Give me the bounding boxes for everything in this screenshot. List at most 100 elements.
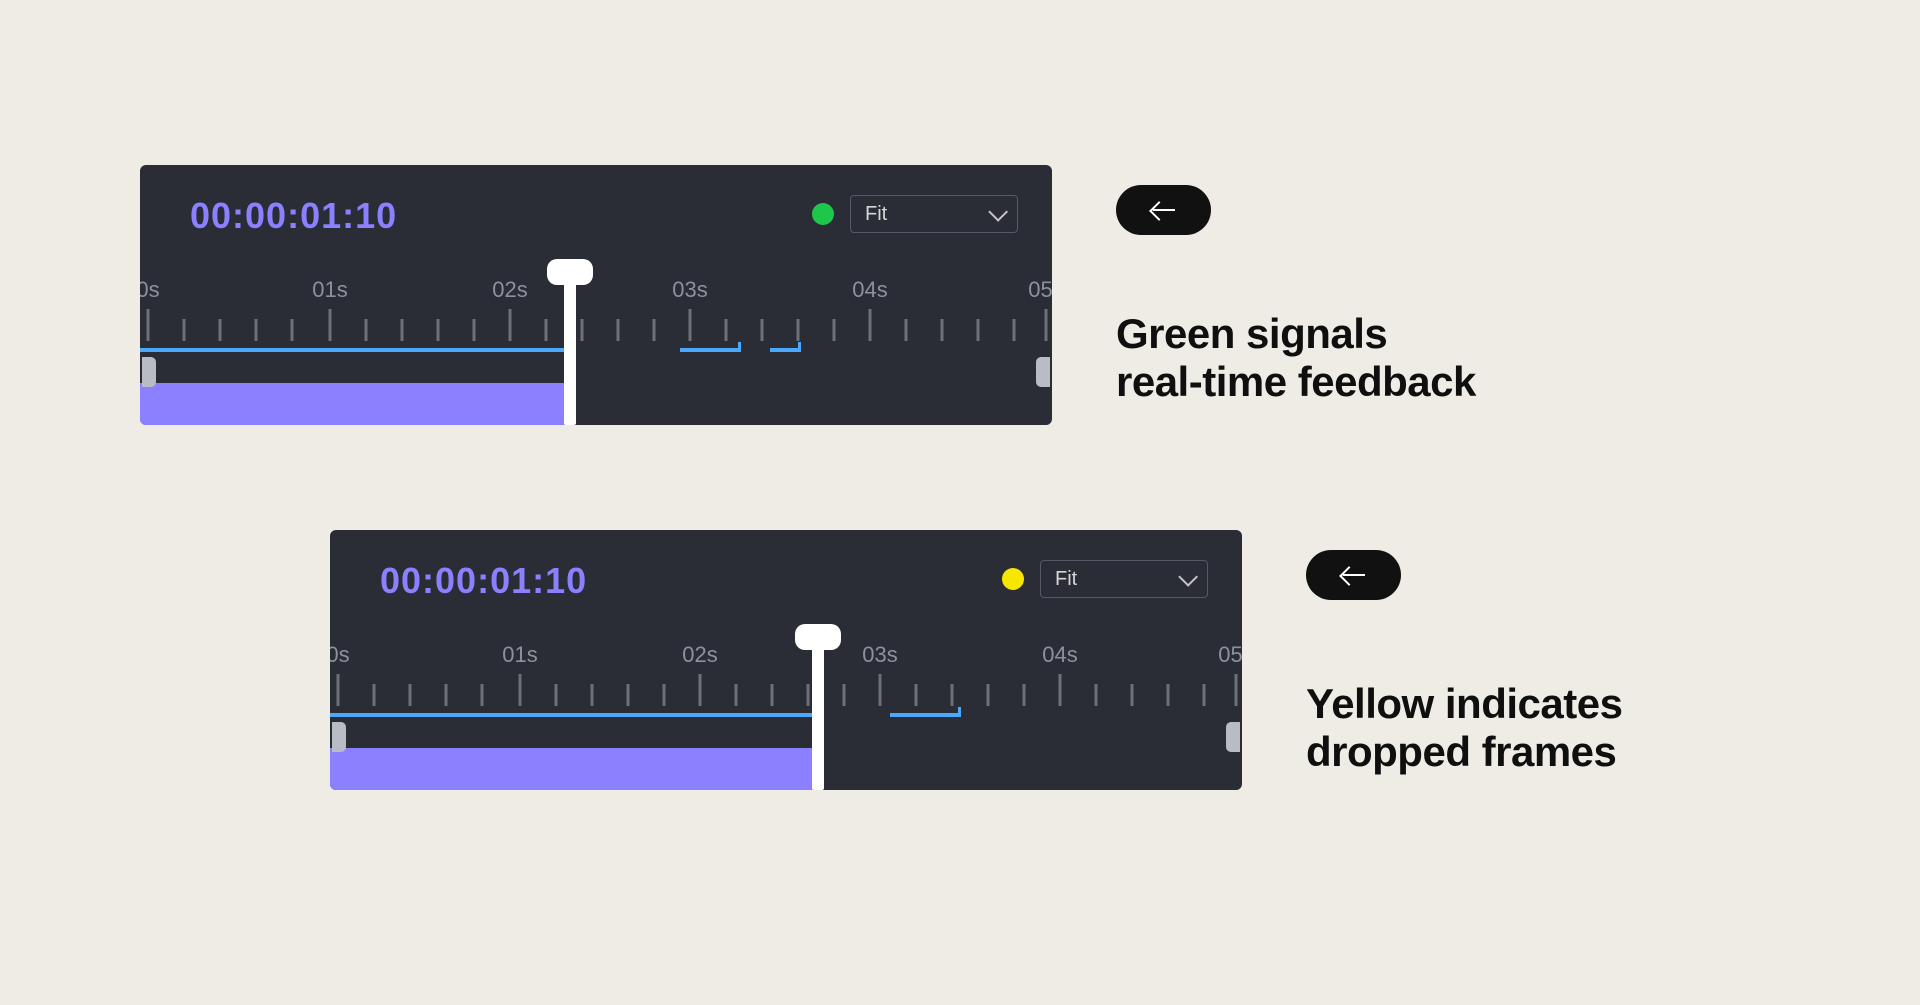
- ruler-tick-major: [869, 309, 872, 341]
- playback-status-indicator-green: [812, 203, 834, 225]
- work-area-handle-left[interactable]: [142, 357, 156, 387]
- ruler-tick-major: [337, 674, 340, 706]
- ruler-tick-minor: [219, 319, 222, 341]
- ruler-tick-minor: [255, 319, 258, 341]
- ruler-tick-major: [699, 674, 702, 706]
- ruler-tick-major: [1235, 674, 1238, 706]
- chevron-down-icon: [988, 202, 1008, 222]
- playhead[interactable]: [812, 630, 824, 790]
- ruler-tick-minor: [473, 319, 476, 341]
- ruler-tick-minor: [481, 684, 484, 706]
- zoom-level-select[interactable]: Fit: [1040, 560, 1208, 598]
- ruler-label: 02s: [682, 642, 717, 668]
- ruler-tick-minor: [725, 319, 728, 341]
- buffer-notch: [958, 707, 961, 717]
- ruler-tick-minor: [797, 319, 800, 341]
- timeline-panel-green: 00:00:01:10 Fit 0s 01s 02s 03s 04s 05s: [140, 165, 1052, 425]
- ruler-tick-minor: [915, 684, 918, 706]
- ruler-tick-minor: [291, 319, 294, 341]
- ruler-tick-minor: [735, 684, 738, 706]
- buffer-bar-solid: [140, 348, 570, 352]
- ruler-tick-minor: [617, 319, 620, 341]
- ruler-label: 04s: [852, 277, 887, 303]
- time-ruler[interactable]: 0s 01s 02s 03s 04s 05s: [140, 277, 1052, 347]
- buffer-notch: [738, 342, 741, 352]
- caption-green: Green signals real-time feedback: [1116, 310, 1476, 407]
- ruler-label: 05s: [1218, 642, 1242, 668]
- ruler-label: 04s: [1042, 642, 1077, 668]
- ruler-label: 03s: [862, 642, 897, 668]
- ruler-tick-minor: [437, 319, 440, 341]
- ruler-tick-minor: [1167, 684, 1170, 706]
- ruler-tick-minor: [591, 684, 594, 706]
- arrow-left-icon: [1153, 209, 1175, 211]
- ruler-label: 05s: [1028, 277, 1052, 303]
- ruler-tick-minor: [905, 319, 908, 341]
- timeline-panel-yellow: 00:00:01:10 Fit 0s 01s 02s 03s 04s 05s: [330, 530, 1242, 790]
- ruler-tick-major: [329, 309, 332, 341]
- timecode-display: 00:00:01:10: [190, 195, 397, 237]
- ruler-label: 01s: [312, 277, 347, 303]
- zoom-level-label: Fit: [865, 203, 887, 226]
- ruler-tick-minor: [1013, 319, 1016, 341]
- buffer-bar-segment: [890, 713, 960, 717]
- caption-yellow: Yellow indicates dropped frames: [1306, 680, 1622, 777]
- ruler-tick-major: [509, 309, 512, 341]
- ruler-tick-minor: [951, 684, 954, 706]
- ruler-label: 0s: [140, 277, 160, 303]
- ruler-tick-minor: [663, 684, 666, 706]
- ruler-tick-minor: [1203, 684, 1206, 706]
- timecode-display: 00:00:01:10: [380, 560, 587, 602]
- callout-arrow-pill: [1116, 185, 1211, 235]
- ruler-tick-minor: [653, 319, 656, 341]
- work-area-handle-left[interactable]: [332, 722, 346, 752]
- ruler-tick-minor: [807, 684, 810, 706]
- ruler-label: 03s: [672, 277, 707, 303]
- ruler-label: 0s: [330, 642, 350, 668]
- callout-arrow-pill: [1306, 550, 1401, 600]
- buffer-bar-segment: [770, 348, 800, 352]
- work-area-handle-right[interactable]: [1226, 722, 1240, 752]
- ruler-tick-major: [1059, 674, 1062, 706]
- ruler-tick-minor: [771, 684, 774, 706]
- ruler-tick-minor: [373, 684, 376, 706]
- ruler-tick-minor: [445, 684, 448, 706]
- ruler-tick-minor: [627, 684, 630, 706]
- ruler-tick-minor: [409, 684, 412, 706]
- ruler-tick-minor: [183, 319, 186, 341]
- ruler-label: 01s: [502, 642, 537, 668]
- ruler-tick-major: [1045, 309, 1048, 341]
- arrow-left-icon: [1343, 574, 1365, 576]
- ruler-tick-minor: [555, 684, 558, 706]
- zoom-level-select[interactable]: Fit: [850, 195, 1018, 233]
- ruler-tick-minor: [365, 319, 368, 341]
- ruler-tick-minor: [545, 319, 548, 341]
- buffer-bar-solid: [330, 713, 820, 717]
- work-area-handle-right[interactable]: [1036, 357, 1050, 387]
- time-ruler[interactable]: 0s 01s 02s 03s 04s 05s: [330, 642, 1242, 712]
- ruler-tick-minor: [843, 684, 846, 706]
- ruler-tick-minor: [987, 684, 990, 706]
- ruler-label: 02s: [492, 277, 527, 303]
- ruler-tick-minor: [1095, 684, 1098, 706]
- buffer-notch: [798, 342, 801, 352]
- playback-status-indicator-yellow: [1002, 568, 1024, 590]
- buffer-bar-segment: [680, 348, 740, 352]
- ruler-tick-minor: [581, 319, 584, 341]
- chevron-down-icon: [1178, 567, 1198, 587]
- ruler-tick-minor: [1131, 684, 1134, 706]
- ruler-tick-major: [689, 309, 692, 341]
- ruler-tick-minor: [761, 319, 764, 341]
- ruler-tick-major: [519, 674, 522, 706]
- zoom-level-label: Fit: [1055, 568, 1077, 591]
- ruler-tick-minor: [941, 319, 944, 341]
- ruler-tick-minor: [833, 319, 836, 341]
- ruler-tick-major: [147, 309, 150, 341]
- ruler-tick-minor: [1023, 684, 1026, 706]
- clip-region[interactable]: [140, 383, 566, 425]
- ruler-tick-minor: [977, 319, 980, 341]
- ruler-tick-minor: [401, 319, 404, 341]
- playhead[interactable]: [564, 265, 576, 425]
- ruler-tick-major: [879, 674, 882, 706]
- clip-region[interactable]: [330, 748, 814, 790]
